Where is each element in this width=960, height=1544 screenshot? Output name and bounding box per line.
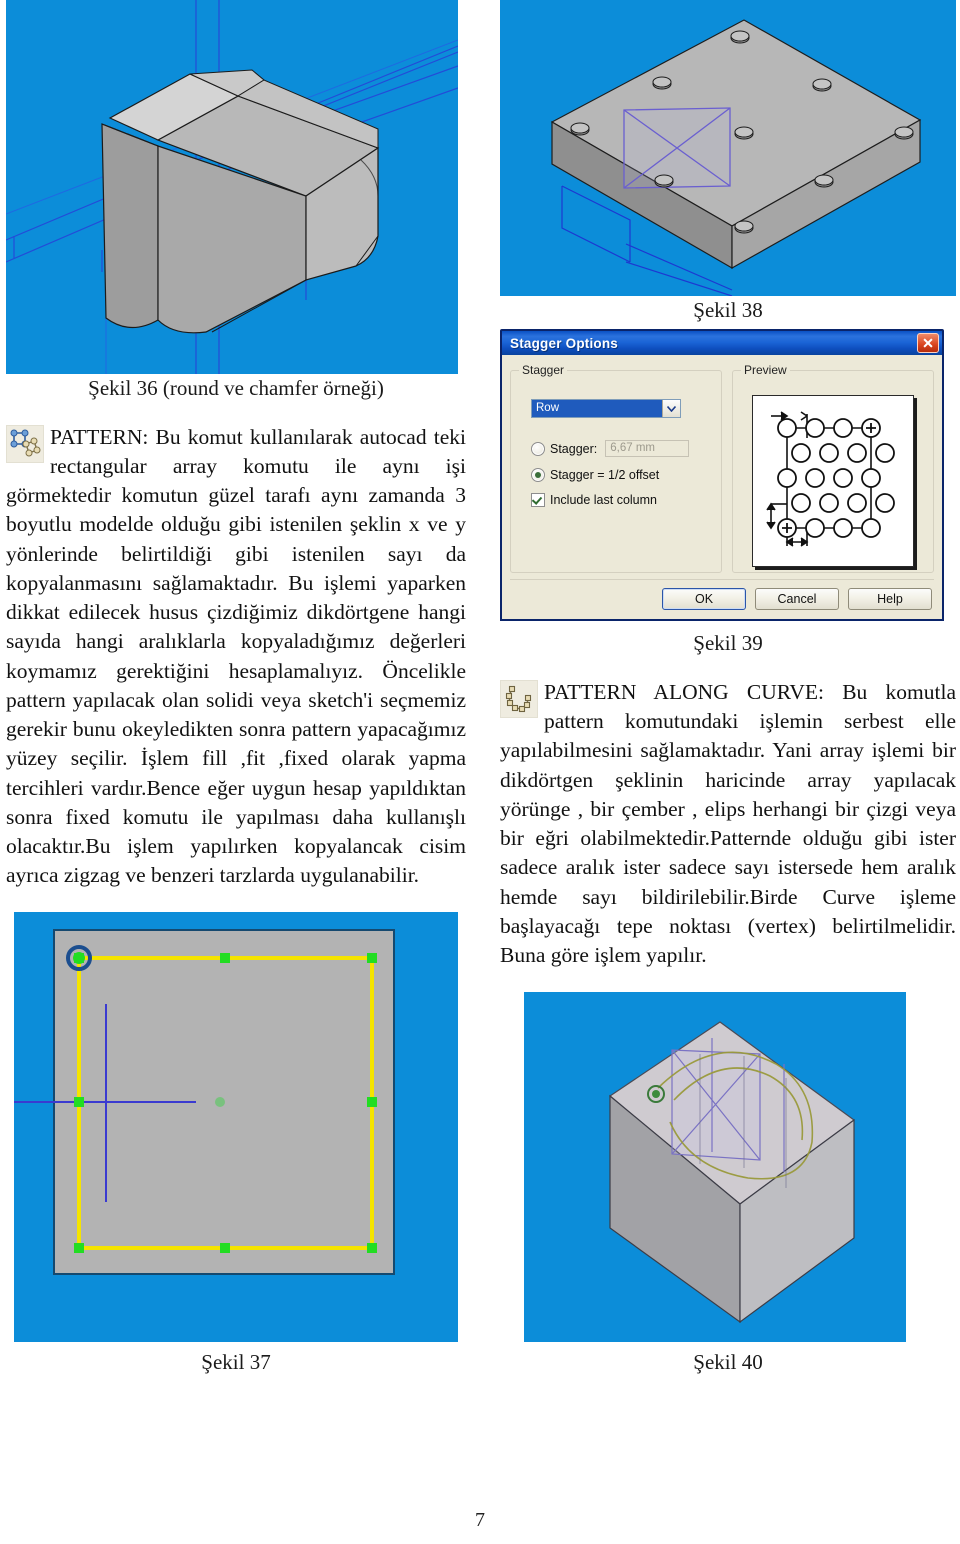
cancel-button[interactable]: Cancel bbox=[755, 588, 839, 611]
preview-group-legend: Preview bbox=[744, 363, 787, 378]
chevron-down-icon[interactable] bbox=[662, 400, 680, 418]
pattern-along-curve-paragraph-text: PATTERN ALONG CURVE: Bu komutla pattern … bbox=[500, 679, 956, 967]
stagger-mode-select[interactable]: Row bbox=[531, 399, 681, 419]
page-number: 7 bbox=[475, 1509, 485, 1531]
figure-37-block: Şekil 37 bbox=[6, 911, 466, 1375]
half-offset-radio[interactable] bbox=[531, 468, 545, 483]
close-icon[interactable] bbox=[917, 333, 939, 354]
stagger-value-row[interactable]: Stagger: 6,67 mm bbox=[531, 440, 713, 458]
right-column: Şekil 38 Stagger Options Stagger Row Sta… bbox=[500, 0, 956, 1375]
pattern-icon[interactable] bbox=[6, 424, 44, 463]
figure-38-caption: Şekil 38 bbox=[693, 298, 763, 322]
dialog-title-bar[interactable]: Stagger Options bbox=[502, 331, 942, 356]
figure-37-image bbox=[14, 911, 458, 1342]
dialog-body: Stagger Row Stagger: 6,67 mm Stagger = 1… bbox=[502, 355, 942, 579]
pattern-paragraph-text: PATTERN: Bu komut kullanılarak autocad t… bbox=[6, 424, 466, 888]
stagger-preview-image bbox=[752, 395, 914, 568]
figure-36-caption: Şekil 36 (round ve chamfer örneği) bbox=[88, 376, 384, 400]
include-last-column-row[interactable]: Include last column bbox=[531, 493, 713, 508]
dialog-title-text: Stagger Options bbox=[510, 335, 619, 351]
figure-36-image bbox=[6, 0, 458, 374]
stagger-group-legend: Stagger bbox=[522, 363, 565, 378]
document-page: Şekil 36 (round ve chamfer örneği) PATTE… bbox=[0, 0, 960, 1544]
help-button[interactable]: Help bbox=[848, 588, 932, 611]
stagger-options-dialog: Stagger Options Stagger Row Stagger: 6,6… bbox=[500, 329, 944, 622]
preview-group: Preview bbox=[732, 363, 934, 574]
figure-39-caption: Şekil 39 bbox=[693, 631, 763, 656]
half-offset-row[interactable]: Stagger = 1/2 offset bbox=[531, 468, 713, 483]
include-last-column-checkbox[interactable] bbox=[531, 493, 545, 508]
stagger-value-input[interactable]: 6,67 mm bbox=[605, 440, 690, 458]
stagger-group: Stagger Row Stagger: 6,67 mm Stagger = 1… bbox=[510, 363, 722, 574]
figure-40-caption: Şekil 40 bbox=[693, 1349, 763, 1374]
stagger-mode-value: Row bbox=[532, 400, 662, 418]
figure-40-image bbox=[524, 991, 906, 1342]
figure-38-image bbox=[500, 0, 956, 296]
left-column: Şekil 36 (round ve chamfer örneği) PATTE… bbox=[6, 0, 466, 1375]
stagger-value-radio[interactable] bbox=[531, 441, 545, 456]
figure-37-caption: Şekil 37 bbox=[201, 1349, 271, 1374]
pattern-paragraph-block: PATTERN: Bu komut kullanılarak autocad t… bbox=[6, 423, 466, 891]
stagger-value-label: Stagger: bbox=[550, 441, 598, 456]
include-last-column-label: Include last column bbox=[550, 493, 658, 508]
pattern-along-curve-paragraph-block: PATTERN ALONG CURVE: Bu komutla pattern … bbox=[500, 678, 956, 970]
figure-40-block: Şekil 40 bbox=[500, 991, 956, 1375]
dialog-button-bar: OK Cancel Help bbox=[502, 580, 942, 619]
half-offset-label: Stagger = 1/2 offset bbox=[550, 468, 660, 483]
ok-button[interactable]: OK bbox=[662, 588, 746, 611]
pattern-along-curve-icon[interactable] bbox=[500, 679, 538, 718]
